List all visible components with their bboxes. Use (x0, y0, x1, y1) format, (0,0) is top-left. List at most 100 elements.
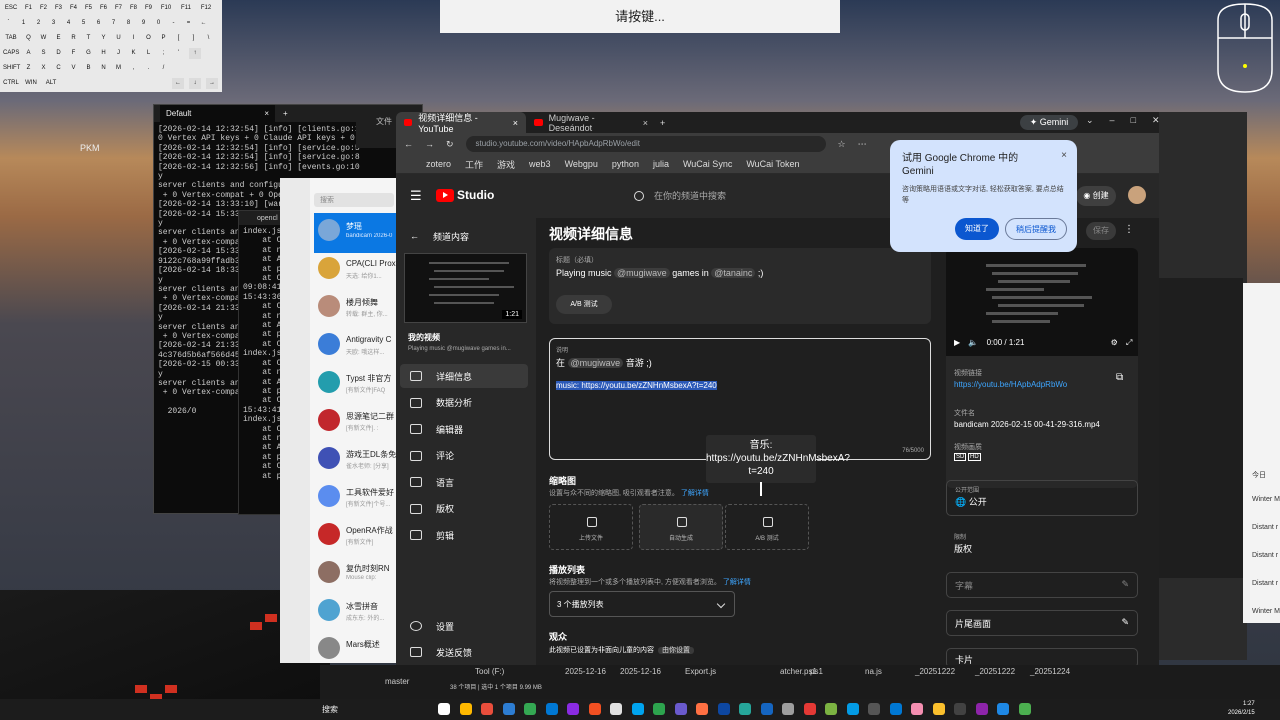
osk-key[interactable]: \ (203, 33, 214, 44)
auto-generate-button[interactable]: 自动生成 (639, 504, 723, 550)
tab-mugiwave[interactable]: Mugiwave - Deseándot × (526, 112, 656, 133)
osk-key[interactable]: 4 (63, 18, 74, 29)
bookmark-item[interactable]: 游戏 (497, 158, 515, 171)
osk-key[interactable]: 7 (108, 18, 119, 29)
got-it-button[interactable]: 知道了 (955, 218, 999, 240)
sidebar-item-0[interactable]: 详细信息 (400, 364, 528, 388)
chat-list-item[interactable]: Antigravity C 天欧: 哦这样... (314, 327, 400, 367)
osk-key[interactable]: Q (23, 33, 34, 44)
sidebar-item-6[interactable]: 剪辑 (400, 523, 528, 547)
osk-key[interactable]: H (98, 48, 109, 59)
sidebar-item-3[interactable]: 评论 (400, 444, 528, 468)
sidebar-item-1[interactable]: 数据分析 (400, 391, 528, 415)
osk-key[interactable]: E (53, 33, 64, 44)
osk-key[interactable]: 2 (33, 18, 44, 29)
sidebar-item-settings[interactable]: 设置 (400, 614, 528, 638)
taskbar-app-icon[interactable] (782, 703, 794, 715)
taskbar-app-icon[interactable] (954, 703, 966, 715)
sidebar-item-5[interactable]: 版权 (400, 497, 528, 521)
create-button[interactable]: ◉ 创建 (1076, 186, 1116, 206)
osk-key[interactable]: W (38, 33, 49, 44)
right-list-item[interactable]: 今日 (1252, 470, 1266, 480)
close-icon[interactable]: × (264, 109, 269, 118)
osk-arrow-key[interactable]: ← (172, 78, 184, 89)
osk-key[interactable]: F8 (128, 3, 139, 14)
taskbar-app-icon[interactable] (1018, 703, 1031, 715)
right-list-item[interactable]: Winter M (1252, 608, 1280, 615)
taskbar-app-icon[interactable] (803, 703, 816, 715)
chat-list-item[interactable]: 复仇时刻RN Mouse clip: (314, 555, 400, 595)
osk-key[interactable]: SHIFT (3, 63, 20, 74)
mention-chip[interactable]: @tanainc (711, 268, 756, 278)
osk-key[interactable]: 1 (18, 18, 29, 29)
osk-key[interactable]: T (83, 33, 94, 44)
back-icon[interactable]: ← (404, 139, 413, 149)
taskbar-app-icon[interactable] (438, 703, 450, 715)
fullscreen-icon[interactable]: ⤢ (1126, 338, 1132, 347)
taskbar-app-icon[interactable] (524, 703, 536, 715)
bookmark-item[interactable]: zotero (426, 159, 451, 169)
learn-more-link[interactable]: 了解详情 (681, 490, 709, 497)
vscode-menu-file[interactable]: 文件 (376, 117, 392, 126)
osk-arrow-key[interactable]: ↑ (189, 48, 201, 59)
right-list-item[interactable]: Distant r (1252, 580, 1278, 587)
osk-key[interactable]: K (128, 48, 139, 59)
desktop-icon-label[interactable]: PKM (80, 143, 100, 153)
chat-list-item[interactable]: CPA(CLI Prox 天选: 给你1... (314, 251, 400, 291)
close-icon[interactable]: × (1061, 150, 1067, 161)
osk-key[interactable]: X (38, 63, 49, 74)
osk-arrow-key[interactable]: → (206, 78, 218, 89)
osk-key[interactable]: F10 (158, 3, 174, 14)
video-thumbnail[interactable]: 1:21 (404, 253, 527, 323)
chat-list-item[interactable]: OpenRA作战 [有新文件] (314, 517, 400, 557)
right-list-item[interactable]: Distant r (1252, 552, 1278, 559)
taskbar-search[interactable]: 搜索 (322, 704, 338, 715)
new-tab-icon[interactable]: + (660, 118, 665, 128)
osk-key[interactable]: G (83, 48, 94, 59)
chat-list-item[interactable]: 冰雪拼音 成东东: 外的... (314, 593, 400, 633)
bookmark-item[interactable]: python (612, 159, 639, 169)
osk-key[interactable]: S (38, 48, 49, 59)
ab-test-button[interactable]: A/B 测试 (556, 295, 612, 314)
close-icon[interactable]: ✕ (1152, 115, 1159, 126)
taskbar-app-icon[interactable] (868, 703, 880, 715)
osk-key[interactable]: WIN (23, 78, 39, 89)
sidebar-item-4[interactable]: 语言 (400, 470, 528, 494)
volume-icon[interactable]: 🔈 (968, 338, 978, 347)
play-icon[interactable]: ▶ (954, 338, 960, 347)
taskbar-app-icon[interactable] (674, 703, 687, 715)
osk-key[interactable]: F2 (38, 3, 49, 14)
bookmark-item[interactable]: Webgpu (565, 159, 598, 169)
gear-icon[interactable]: ⚙ (1111, 338, 1118, 347)
osk-key[interactable]: Z (23, 63, 34, 74)
right-list-item[interactable]: Distant r (1252, 524, 1278, 531)
chat-list-item[interactable]: 梦瑶 bandicam 2026-0 (314, 213, 400, 253)
chat-list-item[interactable]: 楼月倾舞 转载: 群主, 你... (314, 289, 400, 329)
osk-arrow-key[interactable]: ↓ (189, 78, 201, 89)
visibility-select[interactable]: 公开范围 🌐 公开 (946, 480, 1138, 516)
taskbar-app-icon[interactable] (567, 703, 579, 715)
star-icon[interactable]: ☆ (838, 139, 846, 150)
osk-key[interactable]: 3 (48, 18, 59, 29)
osk-key[interactable]: . (143, 63, 154, 74)
chat-list-item[interactable]: Typst 非官方 [有新文件]FAQ (314, 365, 400, 405)
mention-chip[interactable]: @mugiwave (567, 358, 624, 368)
playlist-select[interactable]: 3 个播放列表 (549, 591, 735, 617)
osk-key[interactable]: M (113, 63, 124, 74)
osk-key[interactable]: ESC (3, 3, 19, 14)
git-branch[interactable]: master (385, 677, 409, 686)
title-field[interactable]: 标题（必填） Playing music @mugiwave games in … (549, 248, 931, 324)
osk-key[interactable]: L (143, 48, 154, 59)
taskbar-app-icon[interactable] (975, 703, 988, 715)
sidebar-item-feedback[interactable]: 发送反馈 (400, 640, 528, 664)
osk-key[interactable]: F7 (113, 3, 124, 14)
forward-icon[interactable]: → (425, 139, 434, 149)
osk-key[interactable]: , (128, 63, 139, 74)
osk-key[interactable]: ; (158, 48, 169, 59)
chat-list-item[interactable]: 工具软件爱好 [有新文件]个号... (314, 479, 400, 519)
osk-key[interactable]: ' (173, 48, 184, 59)
osk-key[interactable]: [ (173, 33, 184, 44)
reload-icon[interactable]: ↻ (446, 139, 454, 150)
chrome-window[interactable]: 视频详细信息 - YouTube × Mugiwave - Deseándot … (396, 112, 1159, 665)
osk-key[interactable]: - (168, 18, 179, 29)
